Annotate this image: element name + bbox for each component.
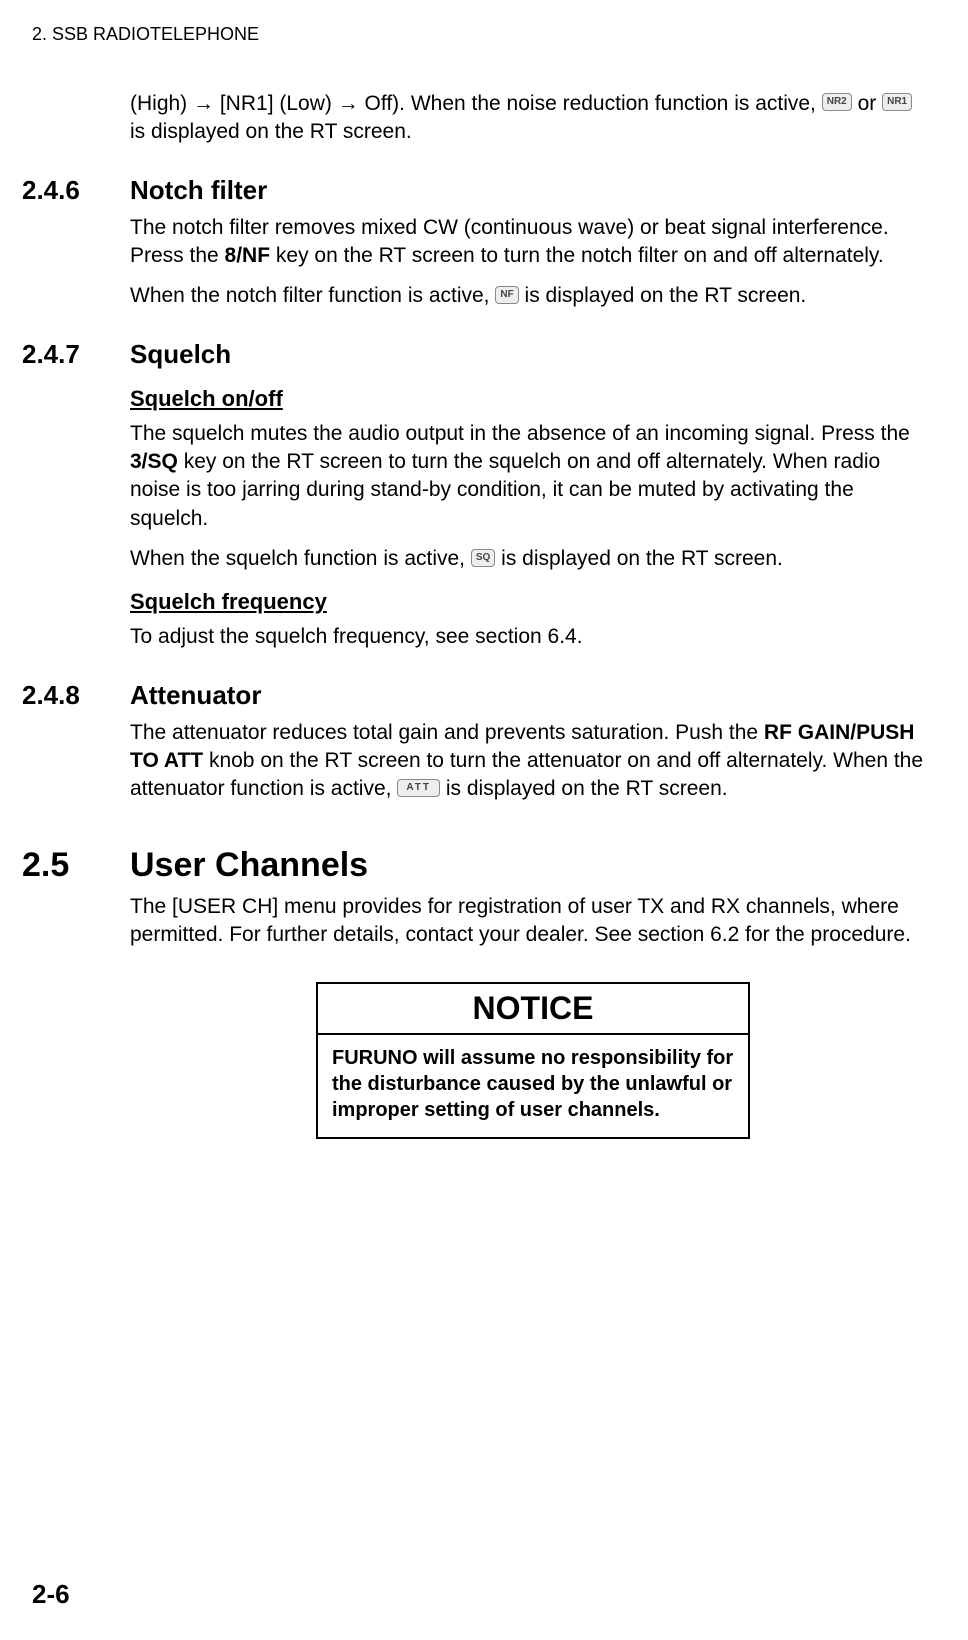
text: When the squelch function is active,	[130, 547, 471, 570]
text: is displayed on the RT screen.	[501, 547, 783, 570]
intro-text-2: is displayed on the RT screen.	[130, 120, 412, 143]
subheading-squelch-onoff: Squelch on/off	[130, 386, 936, 412]
section-heading-25: 2.5 User Channels	[130, 846, 936, 885]
key-8nf: 8/NF	[225, 244, 271, 267]
nr1-icon: NR1	[882, 93, 912, 111]
notice-body: FURUNO will assume no responsibility for…	[318, 1035, 748, 1137]
running-head: 2. SSB RADIOTELEPHONE	[32, 24, 259, 45]
text: The squelch mutes the audio output in th…	[130, 422, 910, 445]
s247-para-1: The squelch mutes the audio output in th…	[130, 420, 936, 533]
s247-para-2: When the squelch function is active, SQ …	[130, 545, 936, 573]
nf-icon: NF	[495, 286, 518, 304]
text: The attenuator reduces total gain and pr…	[130, 721, 764, 744]
att-icon: ATT	[397, 779, 440, 797]
section-title: Squelch	[130, 339, 231, 370]
page-number: 2-6	[32, 1579, 70, 1610]
s25-para-1: The [USER CH] menu provides for registra…	[130, 893, 936, 950]
notice-box: NOTICE FURUNO will assume no responsibil…	[316, 982, 750, 1139]
s247-para-3: To adjust the squelch frequency, see sec…	[130, 623, 936, 651]
section-number: 2.4.6	[22, 175, 130, 206]
intro-text-1: (High) → [NR1] (Low) → Off). When the no…	[130, 92, 822, 115]
section-title: Notch filter	[130, 175, 267, 206]
page-body: (High) → [NR1] (Low) → Off). When the no…	[130, 90, 936, 1139]
text: key on the RT screen to turn the squelch…	[130, 450, 880, 530]
section-heading-247: 2.4.7 Squelch	[130, 339, 936, 370]
s246-para-1: The notch filter removes mixed CW (conti…	[130, 214, 936, 271]
text: When the notch filter function is active…	[130, 284, 495, 307]
s246-para-2: When the notch filter function is active…	[130, 282, 936, 310]
text: key on the RT screen to turn the notch f…	[270, 244, 884, 267]
intro-text-mid: or	[858, 92, 883, 115]
sq-icon: SQ	[471, 549, 495, 567]
notice-heading: NOTICE	[318, 984, 748, 1035]
section-heading-246: 2.4.6 Notch filter	[130, 175, 936, 206]
text: is displayed on the RT screen.	[525, 284, 807, 307]
page: 2. SSB RADIOTELEPHONE (High) → [NR1] (Lo…	[0, 0, 968, 1640]
key-3sq: 3/SQ	[130, 450, 178, 473]
text: is displayed on the RT screen.	[446, 777, 728, 800]
intro-para: (High) → [NR1] (Low) → Off). When the no…	[130, 90, 936, 147]
s248-para-1: The attenuator reduces total gain and pr…	[130, 719, 936, 804]
subheading-squelch-freq: Squelch frequency	[130, 589, 936, 615]
section-number: 2.4.7	[22, 339, 130, 370]
section-number: 2.4.8	[22, 680, 130, 711]
nr2-icon: NR2	[822, 93, 852, 111]
section-title: User Channels	[130, 846, 368, 885]
section-heading-248: 2.4.8 Attenuator	[130, 680, 936, 711]
section-title: Attenuator	[130, 680, 261, 711]
section-number: 2.5	[22, 846, 130, 885]
